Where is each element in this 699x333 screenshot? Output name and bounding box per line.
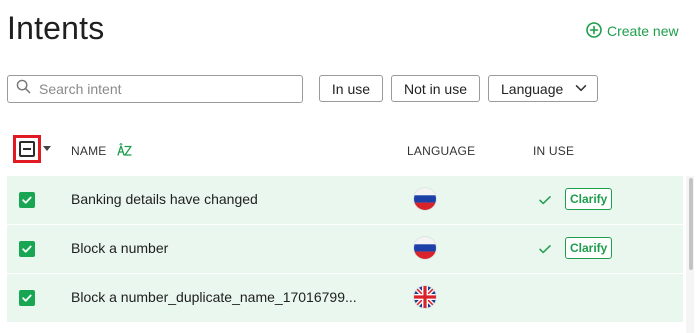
russia-flag-icon	[414, 188, 436, 210]
intent-name[interactable]: Block a number	[71, 240, 168, 256]
language-dropdown[interactable]: Language	[488, 75, 598, 102]
intent-name[interactable]: Block a number_duplicate_name_17016799..…	[71, 289, 357, 305]
scrollbar-thumb[interactable]	[689, 178, 693, 270]
row-checkbox[interactable]	[19, 192, 35, 208]
clarify-badge[interactable]: Clarify	[565, 237, 613, 259]
language-dropdown-label: Language	[501, 80, 564, 97]
column-header-language: LANGUAGE	[407, 144, 476, 158]
filter-in-use-button[interactable]: In use	[319, 75, 383, 102]
in-use-check-icon	[538, 242, 552, 256]
in-use-check-icon	[538, 193, 552, 207]
search-input[interactable]	[39, 81, 279, 97]
create-new-label: Create new	[607, 23, 679, 39]
filter-not-in-use-button[interactable]: Not in use	[391, 75, 480, 102]
page-title: Intents	[7, 10, 105, 46]
chevron-down-icon	[575, 81, 587, 97]
select-all-checkbox[interactable]	[13, 135, 41, 163]
russia-flag-icon	[414, 237, 436, 259]
table-row[interactable]: Block a number_duplicate_name_17016799..…	[7, 274, 683, 322]
table-header: NAME LANGUAGE IN USE	[7, 128, 683, 174]
plus-circle-icon	[586, 21, 602, 41]
column-header-name[interactable]: NAME	[71, 144, 106, 158]
clarify-badge[interactable]: Clarify	[565, 188, 613, 210]
table-row[interactable]: Block a number Clarify	[7, 225, 683, 273]
table-row[interactable]: Banking details have changed Clarify	[7, 176, 683, 224]
row-checkbox[interactable]	[19, 241, 35, 257]
select-options-caret-icon[interactable]	[43, 146, 51, 151]
row-checkbox[interactable]	[19, 290, 35, 306]
sort-az-icon[interactable]	[116, 141, 134, 159]
indeterminate-checkbox-icon	[19, 141, 35, 157]
uk-flag-icon	[414, 286, 436, 308]
intent-name[interactable]: Banking details have changed	[71, 191, 258, 207]
search-box[interactable]	[7, 75, 303, 103]
create-new-button[interactable]: Create new	[586, 20, 679, 42]
column-header-in-use: IN USE	[533, 144, 575, 158]
search-icon	[16, 79, 31, 99]
